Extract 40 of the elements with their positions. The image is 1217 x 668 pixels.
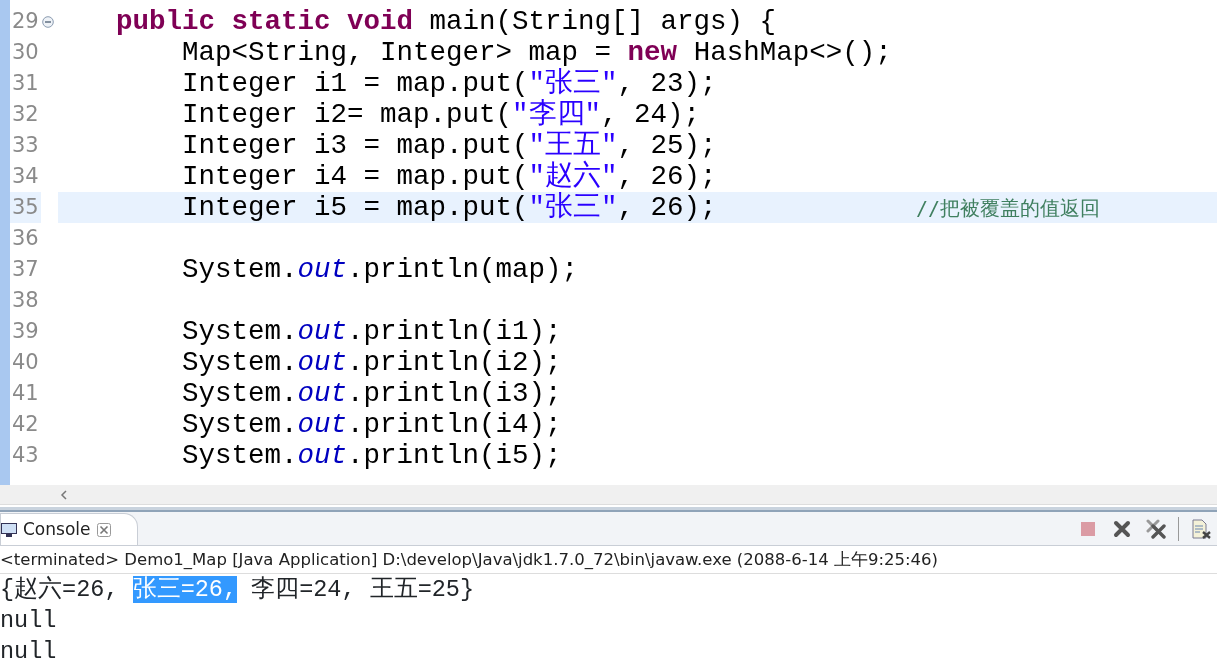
line-number: 38 bbox=[11, 287, 40, 314]
collapse-icon[interactable] bbox=[41, 15, 54, 28]
console-output-line: null bbox=[0, 606, 58, 636]
line-number: 37 bbox=[11, 256, 40, 283]
code-line: System.out.println(map); bbox=[181, 254, 580, 285]
console-output-line: null bbox=[0, 637, 58, 667]
code-line: Integer i2= map.put("李四", 24); bbox=[181, 99, 702, 130]
code-line: Integer i1 = map.put("张三", 23); bbox=[181, 68, 718, 99]
code-line: System.out.println(i3); bbox=[181, 378, 563, 409]
console-tab[interactable]: Console bbox=[0, 513, 138, 545]
code-line: Integer i4 = map.put("赵六", 26); bbox=[181, 161, 718, 192]
line-number: 39 bbox=[11, 318, 40, 345]
line-number: 32 bbox=[11, 101, 40, 128]
line-number: 33 bbox=[11, 132, 40, 159]
monitor-icon bbox=[1, 521, 17, 538]
line-number: 29 bbox=[11, 8, 40, 35]
code-line: System.out.println(i2); bbox=[181, 347, 563, 378]
scroll-left-icon[interactable] bbox=[60, 489, 68, 500]
line-number: 35 bbox=[10, 192, 41, 223]
line-number: 41 bbox=[11, 380, 40, 407]
code-line: System.out.println(i1); bbox=[181, 316, 563, 347]
line-number: 42 bbox=[11, 411, 40, 438]
horizontal-scrollbar[interactable] bbox=[0, 485, 1217, 505]
line-number: 36 bbox=[11, 225, 40, 252]
console-output-line: {赵六=26, 张三=26, 李四=24, 王五=25} bbox=[0, 575, 476, 605]
code-line: Integer i3 = map.put("王五", 25); bbox=[181, 130, 718, 161]
line-number: 30 bbox=[11, 39, 40, 66]
document-icon[interactable] bbox=[1189, 516, 1213, 541]
code-line: Integer i5 = map.put("张三", 26); bbox=[181, 192, 718, 223]
close-icon[interactable] bbox=[96, 522, 111, 537]
console-status-text: <terminated> Demo1_Map [Java Application] D:\develop\Java\jdk1.7.0_72\bin\javaw.exe (2088-6-14 上午9:25:46) bbox=[0, 546, 1217, 574]
code-line: System.out.println(i5); bbox=[181, 440, 563, 471]
code-line: System.out.println(i4); bbox=[181, 409, 563, 440]
code-line: public static void main(String[] args) { bbox=[115, 6, 778, 37]
line-number: 34 bbox=[11, 163, 40, 190]
code-line: Map<String, Integer> map = new HashMap<>(); bbox=[181, 37, 893, 68]
code-comment: //把被覆盖的值返回 bbox=[916, 194, 1101, 222]
line-number: 43 bbox=[11, 442, 40, 469]
line-number: 31 bbox=[11, 70, 40, 97]
line-number: 40 bbox=[11, 349, 40, 376]
